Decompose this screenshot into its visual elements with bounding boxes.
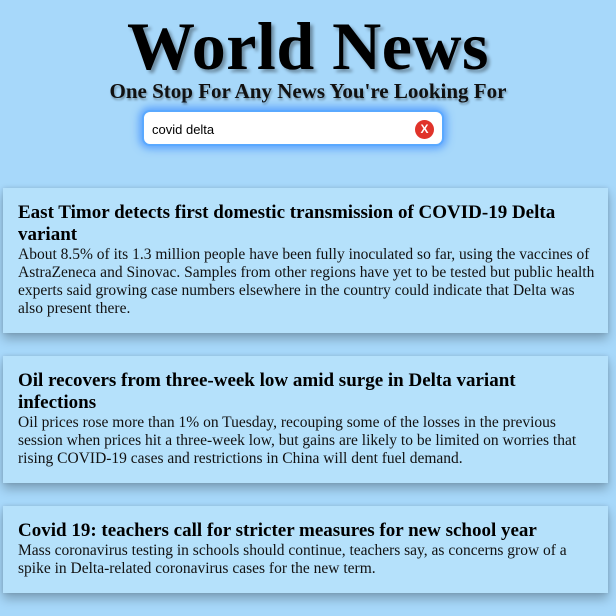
news-article[interactable]: East Timor detects first domestic transm…	[3, 188, 608, 333]
clear-search-button[interactable]: X	[415, 120, 434, 139]
site-header: World News One Stop For Any News You're …	[0, 0, 616, 104]
search-bar: X	[142, 110, 444, 146]
article-summary: Mass coronavirus testing in schools shou…	[18, 542, 567, 577]
search-input[interactable]	[152, 119, 402, 139]
site-tagline: One Stop For Any News You're Looking For	[109, 79, 507, 103]
article-title[interactable]: Covid 19: teachers call for stricter mea…	[18, 520, 596, 542]
news-article[interactable]: Oil recovers from three-week low amid su…	[3, 356, 608, 483]
article-summary: About 8.5% of its 1.3 million people hav…	[18, 246, 595, 317]
site-title: World News	[127, 8, 489, 84]
news-article[interactable]: Covid 19: teachers call for stricter mea…	[3, 506, 608, 593]
article-title[interactable]: Oil recovers from three-week low amid su…	[18, 370, 596, 414]
news-results: East Timor detects first domestic transm…	[3, 188, 608, 616]
article-summary: Oil prices rose more than 1% on Tuesday,…	[18, 414, 577, 467]
article-title[interactable]: East Timor detects first domestic transm…	[18, 202, 596, 246]
